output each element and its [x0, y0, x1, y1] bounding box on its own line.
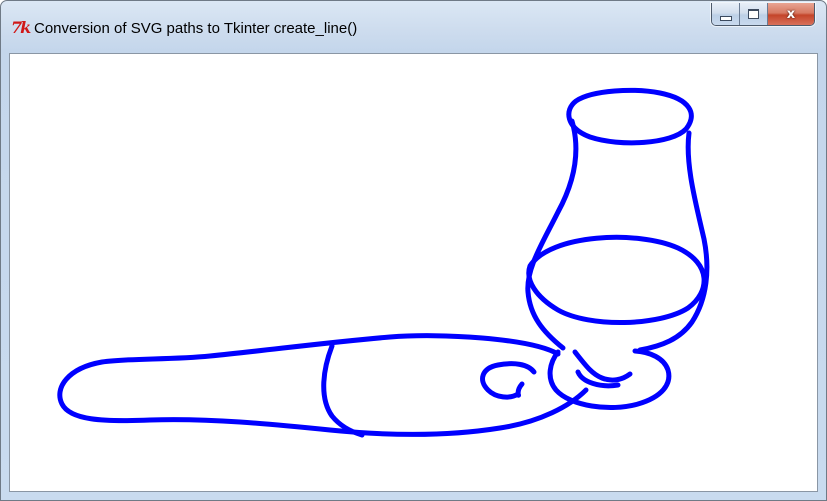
tkinter-canvas[interactable] [9, 53, 818, 492]
app-window: 7k Conversion of SVG paths to Tkinter cr… [0, 0, 827, 501]
pipe-bowl-curve [321, 343, 365, 438]
glass-liquid-line [526, 234, 707, 325]
maximize-icon [748, 9, 759, 19]
close-button[interactable]: x [768, 3, 814, 25]
minimize-button[interactable] [712, 3, 740, 25]
line-drawing [57, 87, 710, 438]
window-controls: x [711, 3, 815, 26]
canvas-drawing [57, 87, 710, 438]
title-bar[interactable]: 7k Conversion of SVG paths to Tkinter cr… [1, 1, 826, 53]
tk-feather-icon[interactable]: 7k [11, 19, 35, 37]
window-title: Conversion of SVG paths to Tkinter creat… [34, 20, 358, 37]
maximize-button[interactable] [740, 3, 768, 25]
close-icon: x [786, 6, 796, 22]
glass-rim [566, 87, 694, 146]
pipe-crescent [480, 361, 537, 400]
minimize-icon [719, 15, 732, 21]
